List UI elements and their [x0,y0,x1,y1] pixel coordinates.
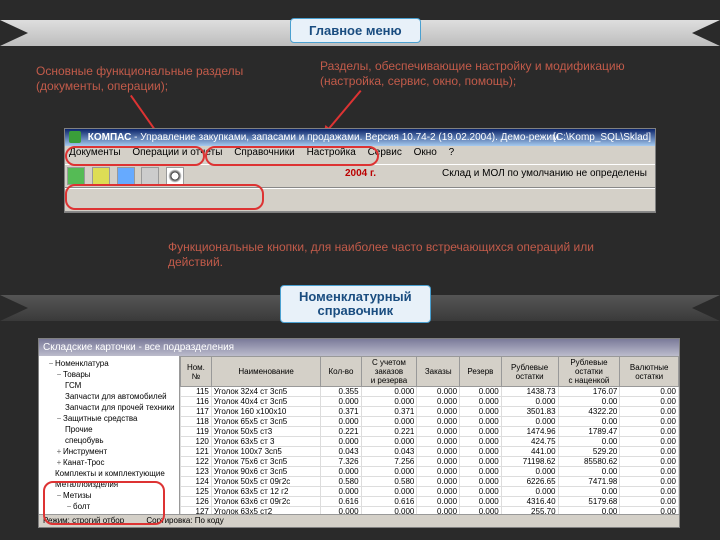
table-row[interactable]: 119Уголок 50х5 ст30.2210.2210.0000.00014… [181,427,679,437]
table-row[interactable]: 124Уголок 50х5 ст 09г2с0.5800.5800.0000.… [181,477,679,487]
data-grid[interactable]: Ном. №НаименованиеКол-воС учетом заказов… [180,356,679,514]
badge-reference: Номенклатурный справочник [280,285,431,323]
tree-node: ГСМ [41,380,179,391]
reference-window: Складские карточки - все подразделения −… [38,338,680,528]
table-row[interactable]: 126Уголок 63х6 ст 09г2с0.6160.6160.0000.… [181,497,679,507]
annot-functional-sections: Основные функциональные разделы (докумен… [36,64,276,94]
table-row[interactable]: 125Уголок 63х5 ст 12 г20.0000.0000.0000.… [181,487,679,497]
reference-title-text: Складские карточки - все подразделения [43,342,234,353]
folder-icon[interactable] [67,167,85,185]
table-row[interactable]: 121Уголок 100х7 3сп50.0430.0430.0000.000… [181,447,679,457]
book-icon[interactable] [141,167,159,185]
app-path: [C:\Komp_SQL\Sklad] [553,129,651,146]
app-icon [69,131,81,143]
tree-node: +Канат-Трос [41,457,179,468]
tree-node: Прочие [41,424,179,435]
highlight-tree [43,481,165,525]
table-row[interactable]: 117Уголок 160 х100х100.3710.3710.0000.00… [181,407,679,417]
badge-main-menu: Главное меню [290,18,421,43]
highlight-functional-menu [65,146,205,166]
cart-icon[interactable] [92,167,110,185]
table-row[interactable]: 115Уголок 32х4 ст 3сп50.3550.0000.0000.0… [181,387,679,397]
menu-help[interactable]: ? [449,147,455,158]
app-title-text: - Управление закупками, запасами и прода… [134,132,562,143]
table-row[interactable]: 127Уголок 63х5 ст20.0000.0000.0000.00025… [181,507,679,515]
highlight-toolbar [65,184,264,210]
table-row[interactable]: 118Уголок 65х5 ст 3сп50.0000.0000.0000.0… [181,417,679,427]
table-row[interactable]: 122Уголок 75х6 ст 3сп57.3267.2560.0000.0… [181,457,679,467]
table-row[interactable]: 120Уголок 63х5 ст 30.0000.0000.0000.0004… [181,437,679,447]
tree-node: −Защитные средства [41,413,179,424]
tree-node: спецобувь [41,435,179,446]
tree-node: Комплекты и комплектующие [41,468,179,479]
menu-window[interactable]: Окно [414,147,437,158]
reference-title-bar: Складские карточки - все подразделения [39,339,679,356]
app-name: КОМПАС [88,132,132,143]
app-window: КОМПАС - Управление закупками, запасами … [64,128,656,213]
highlight-config-menu [205,146,379,166]
tree-node: +Инструмент [41,446,179,457]
annot-toolbar-buttons: Функциональные кнопки, для наиболее част… [168,240,608,270]
eye-icon[interactable] [166,167,184,185]
tree-node: Запчасти для прочей техники [41,402,179,413]
title-bar: КОМПАС - Управление закупками, запасами … [65,129,655,146]
tree-node: −Номенклатура [41,358,179,369]
table-row[interactable]: 123Уголок 90х6 ст 3сп50.0000.0000.0000.0… [181,467,679,477]
table-row[interactable]: 116Уголок 40х4 ст 3сп50.0000.0000.0000.0… [181,397,679,407]
tree-node: Запчасти для автомобилей [41,391,179,402]
tree-node: −Товары [41,369,179,380]
box-icon[interactable] [117,167,135,185]
annot-config-sections: Разделы, обеспечивающие настройку и моди… [320,59,650,89]
status-label: Склад и МОЛ по умолчанию не определены [442,168,647,179]
year-label: 2004 г. [345,168,376,179]
